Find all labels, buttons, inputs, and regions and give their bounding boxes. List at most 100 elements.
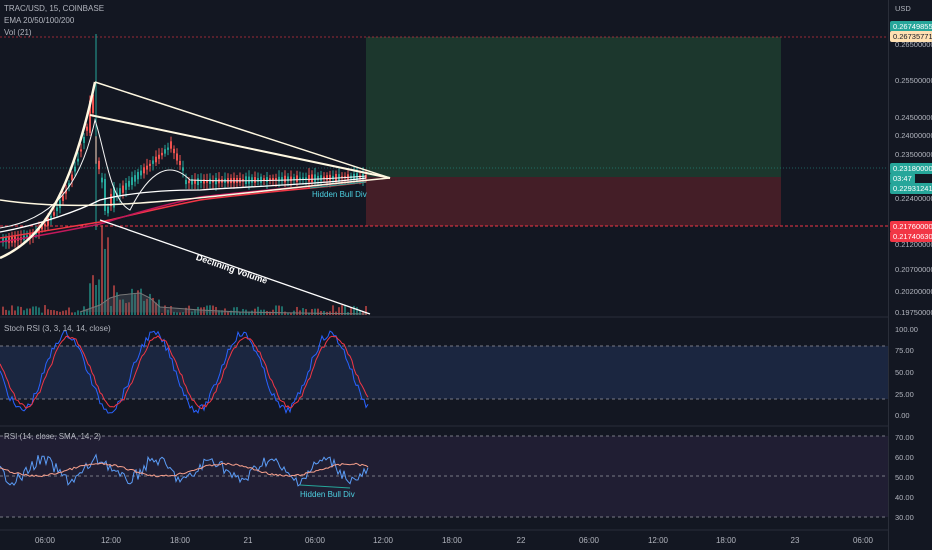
time-label: 12:00 xyxy=(100,536,122,545)
candle-body xyxy=(176,153,178,161)
volume-bar xyxy=(65,310,67,315)
rsi-label[interactable]: RSI (14, close, SMA, 14, 2) xyxy=(4,432,101,441)
candle-body xyxy=(311,174,313,183)
volume-bar xyxy=(302,308,304,315)
time-label: 18:00 xyxy=(169,536,191,545)
volume-bar xyxy=(14,310,16,315)
price-tick: 0.20700000 xyxy=(895,265,932,274)
rsi-tick: 30.00 xyxy=(895,513,914,522)
volume-bar xyxy=(176,312,178,315)
ema-label[interactable]: EMA 20/50/100/200 xyxy=(4,16,74,25)
candle-body xyxy=(119,188,121,196)
candle-body xyxy=(104,179,106,211)
hidden-bull-div-annotation-1: Hidden Bull Div xyxy=(312,190,367,199)
candle-body xyxy=(182,167,184,171)
candle-body xyxy=(47,217,49,226)
candle-body xyxy=(245,176,247,185)
candle-body xyxy=(287,176,289,182)
candle-body xyxy=(260,176,262,183)
volume-bar xyxy=(296,306,298,315)
trendline-upper-2 xyxy=(89,114,391,179)
time-label: 06:00 xyxy=(852,536,874,545)
candle-body xyxy=(98,160,100,170)
volume-bar xyxy=(47,309,49,315)
symbol-label[interactable]: TRAC/USD, 15, COINBASE xyxy=(4,4,104,13)
candle-body xyxy=(329,174,331,181)
candle-body xyxy=(251,177,253,183)
candle-body xyxy=(101,177,103,183)
stoch-band xyxy=(0,346,888,399)
volume-bar xyxy=(23,310,25,315)
candle-body xyxy=(62,195,64,201)
time-label: 18:00 xyxy=(441,536,463,545)
volume-bar xyxy=(275,305,277,315)
candle-body xyxy=(308,175,310,182)
volume-bar xyxy=(179,312,181,315)
price-tick: 0.19750000 xyxy=(895,308,932,317)
candle-body xyxy=(266,177,268,183)
price-tick: 0.24000000 xyxy=(895,131,932,140)
chart-canvas[interactable] xyxy=(0,0,888,550)
price-tick: 0.24500000 xyxy=(895,113,932,122)
volume-bar xyxy=(50,309,52,315)
candle-body xyxy=(56,207,58,212)
candle-body xyxy=(149,163,151,167)
price-tick: 0.25500000 xyxy=(895,76,932,85)
trendline-upper-1 xyxy=(94,81,391,179)
candle-body xyxy=(248,176,250,184)
volume-bar xyxy=(20,306,22,315)
candle-body xyxy=(131,177,133,186)
candle-body xyxy=(107,206,109,214)
candle-body xyxy=(140,170,142,176)
stoch-tick: 0.00 xyxy=(895,411,910,420)
volume-bar xyxy=(80,312,82,315)
candle-body xyxy=(284,175,286,183)
price-tick: 0.23500000 xyxy=(895,150,932,159)
candle-body xyxy=(146,165,148,170)
rsi-tick: 40.00 xyxy=(895,493,914,502)
candle-body xyxy=(125,183,127,190)
vol-label[interactable]: Vol (21) xyxy=(4,28,32,37)
volume-bars xyxy=(2,225,367,315)
candle-body xyxy=(254,177,256,183)
volume-bar xyxy=(35,306,37,315)
volume-bar xyxy=(44,305,46,315)
candle-body xyxy=(188,180,190,184)
hidden-bull-div-annotation-2: Hidden Bull Div xyxy=(300,490,355,499)
stoch-rsi-label[interactable]: Stoch RSI (3, 3, 14, 14, close) xyxy=(4,324,111,333)
volume-bar xyxy=(8,310,10,315)
volume-bar xyxy=(77,310,79,315)
time-label: 12:00 xyxy=(647,536,669,545)
volume-bar xyxy=(281,306,283,315)
candle-body xyxy=(80,149,82,152)
time-label: 06:00 xyxy=(34,536,56,545)
loss-zone[interactable] xyxy=(366,177,781,226)
currency-label: USD xyxy=(895,4,911,13)
candle-body xyxy=(152,160,154,164)
ema-20 xyxy=(0,118,367,229)
rsi-tick: 70.00 xyxy=(895,433,914,442)
profit-zone[interactable] xyxy=(366,37,781,177)
candle-body xyxy=(314,174,316,182)
price-tag-target-alt: 0.26735771 xyxy=(890,31,932,42)
time-label: 18:00 xyxy=(715,536,737,545)
rsi-tick: 60.00 xyxy=(895,453,914,462)
volume-bar xyxy=(257,306,259,315)
candle-body xyxy=(179,160,181,166)
candles xyxy=(2,34,367,249)
candle-body xyxy=(167,147,169,150)
volume-ma xyxy=(79,292,367,315)
price-axis[interactable]: USD 0.26500000 0.25500000 0.24500000 0.2… xyxy=(888,0,932,550)
candle-body xyxy=(335,173,337,182)
candle-body xyxy=(326,175,328,181)
candle-body xyxy=(209,178,211,184)
price-tick: 0.20200000 xyxy=(895,287,932,296)
candle-body xyxy=(53,212,55,216)
stoch-tick: 75.00 xyxy=(895,346,914,355)
candle-body xyxy=(185,179,187,185)
volume-bar xyxy=(74,312,76,315)
volume-bar xyxy=(305,309,307,315)
candle-body xyxy=(71,174,73,181)
volume-bar xyxy=(101,225,103,315)
stoch-tick: 100.00 xyxy=(895,325,918,334)
